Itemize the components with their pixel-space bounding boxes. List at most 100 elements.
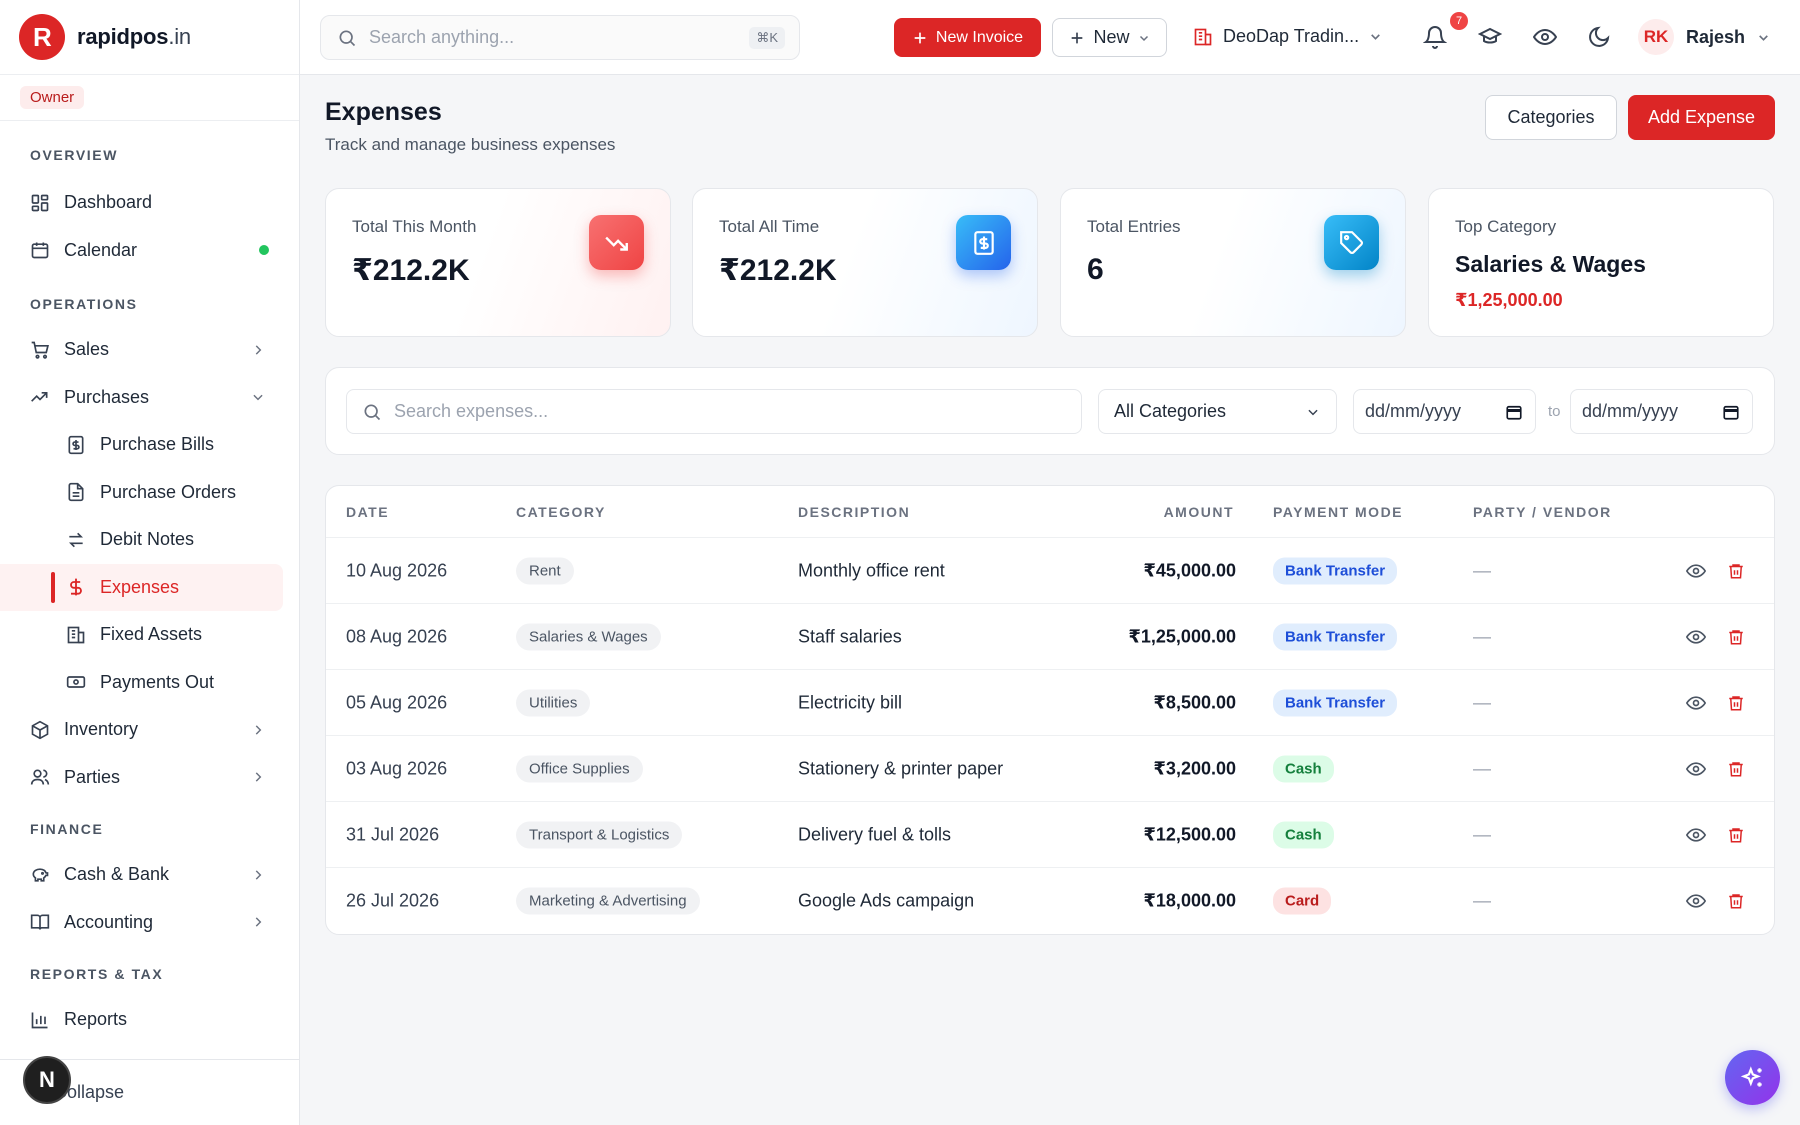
view-icon[interactable]	[1686, 627, 1706, 647]
sidebar-item-debit-notes[interactable]: Debit Notes	[0, 516, 299, 564]
table-row[interactable]: 10 Aug 2026 Rent Monthly office rent ₹45…	[326, 537, 1774, 603]
view-icon[interactable]	[1686, 891, 1706, 911]
stat-card-top-category: Top Category Salaries & Wages ₹1,25,000.…	[1428, 188, 1774, 337]
stat-card-all-time: Total All Time ₹212.2K	[692, 188, 1038, 337]
sidebar-item-label: Fixed Assets	[100, 624, 203, 645]
brand[interactable]: R rapidpos.in	[0, 0, 299, 75]
categories-button[interactable]: Categories	[1485, 95, 1617, 140]
n-badge[interactable]: N	[23, 1056, 71, 1104]
trash-icon[interactable]	[1727, 562, 1745, 580]
date-from-input[interactable]: dd/mm/yyyy	[1353, 389, 1536, 434]
view-icon[interactable]	[1686, 759, 1706, 779]
sidebar-item-cash-bank[interactable]: Cash & Bank	[0, 851, 299, 899]
table-row[interactable]: 26 Jul 2026 Marketing & Advertising Goog…	[326, 867, 1774, 933]
sidebar-item-accounting[interactable]: Accounting	[0, 899, 299, 947]
user-menu[interactable]: RK Rajesh	[1638, 19, 1770, 55]
cell-description: Stationery & printer paper	[798, 758, 1004, 778]
section-overview: OVERVIEW	[30, 147, 119, 163]
category-badge: Utilities	[516, 689, 591, 716]
sidebar-item-label: Purchase Bills	[100, 434, 215, 455]
category-badge: Marketing & Advertising	[516, 887, 700, 914]
receipt-icon	[956, 215, 1011, 270]
sidebar-item-purchases[interactable]: Purchases	[0, 374, 299, 422]
column-header-description[interactable]: DESCRIPTION	[798, 504, 910, 520]
cell-amount: ₹1,25,000.00	[1128, 626, 1236, 646]
trash-icon[interactable]	[1727, 694, 1745, 712]
bell-icon[interactable]	[1423, 25, 1447, 49]
chevron-right-icon	[255, 917, 262, 927]
sidebar-item-purchase-bills[interactable]: Purchase Bills	[0, 421, 299, 469]
company-switcher[interactable]: DeoDap Tradin...	[1193, 26, 1382, 47]
table-row[interactable]: 08 Aug 2026 Salaries & Wages Staff salar…	[326, 603, 1774, 669]
category-badge: Transport & Logistics	[516, 821, 683, 848]
table-row[interactable]: 03 Aug 2026 Office Supplies Stationery &…	[326, 735, 1774, 801]
column-header-date[interactable]: DATE	[346, 504, 389, 520]
cell-amount: ₹12,500.00	[1143, 824, 1236, 844]
cell-date: 10 Aug 2026	[346, 560, 448, 580]
column-header-amount[interactable]: AMOUNT	[1164, 504, 1234, 520]
date-from-placeholder: dd/mm/yyyy	[1365, 401, 1462, 421]
global-search[interactable]: Search anything... ⌘K	[320, 15, 800, 60]
moon-icon[interactable]	[1587, 25, 1611, 49]
sidebar-item-parties[interactable]: Parties	[0, 754, 299, 802]
eye-icon[interactable]	[1533, 25, 1557, 49]
trash-icon[interactable]	[1727, 760, 1745, 778]
building-icon	[1194, 28, 1212, 45]
top-category-amount: ₹1,25,000.00	[1455, 290, 1563, 310]
sidebar-item-expenses[interactable]: Expenses	[0, 563, 283, 611]
cell-amount: ₹18,000.00	[1143, 890, 1236, 910]
stat-value: ₹212.2K	[719, 254, 837, 287]
view-icon[interactable]	[1686, 561, 1706, 581]
top-category-name: Salaries & Wages	[1455, 251, 1646, 277]
cell-amount: ₹3,200.00	[1153, 758, 1236, 778]
chevron-right-icon	[255, 725, 262, 735]
sidebar-item-label: Parties	[64, 766, 121, 787]
sidebar-item-payments-out[interactable]: Payments Out	[0, 659, 299, 707]
chevron-down-icon	[1759, 34, 1768, 41]
new-dropdown-button[interactable]: New	[1052, 18, 1167, 57]
sidebar-item-purchase-orders[interactable]: Purchase Orders	[0, 469, 299, 517]
bill-icon	[68, 435, 84, 454]
category-badge: Rent	[516, 557, 574, 584]
category-badge: Office Supplies	[516, 755, 643, 782]
page-subtitle: Track and manage business expenses	[325, 135, 616, 154]
trash-icon[interactable]	[1727, 628, 1745, 646]
cell-description: Google Ads campaign	[798, 890, 975, 910]
stat-value: 6	[1087, 253, 1104, 286]
new-label: New	[1093, 27, 1130, 47]
view-icon[interactable]	[1686, 693, 1706, 713]
category-select-value: All Categories	[1114, 401, 1227, 421]
cell-date: 08 Aug 2026	[346, 626, 448, 646]
sidebar-item-dashboard[interactable]: Dashboard	[0, 179, 299, 227]
view-icon[interactable]	[1686, 825, 1706, 845]
table-row[interactable]: 31 Jul 2026 Transport & Logistics Delive…	[326, 801, 1774, 867]
sidebar-item-label: Calendar	[64, 239, 138, 260]
trash-icon[interactable]	[1727, 892, 1745, 910]
sidebar-item-sales[interactable]: Sales	[0, 326, 299, 374]
category-select[interactable]: All Categories	[1098, 389, 1337, 434]
cell-description: Electricity bill	[798, 692, 903, 712]
expense-search-input[interactable]: Search expenses...	[346, 389, 1082, 434]
sidebar-item-fixed-assets[interactable]: Fixed Assets	[0, 611, 299, 659]
cell-amount: ₹8,500.00	[1153, 692, 1236, 712]
sidebar-item-label: Purchase Orders	[100, 481, 237, 502]
ai-assistant-button[interactable]	[1725, 1050, 1780, 1105]
role-badge: Owner	[20, 86, 85, 109]
column-header-category[interactable]: CATEGORY	[516, 504, 606, 520]
column-header-payment-mode[interactable]: PAYMENT MODE	[1273, 504, 1403, 520]
section-reports-tax: REPORTS & TAX	[30, 966, 164, 982]
brand-logo: R	[19, 14, 65, 60]
sidebar-item-reports[interactable]: Reports	[0, 996, 299, 1044]
add-expense-button[interactable]: Add Expense	[1628, 95, 1775, 140]
sidebar-item-inventory[interactable]: Inventory	[0, 706, 299, 754]
column-header-vendor[interactable]: PARTY / VENDOR	[1473, 504, 1612, 520]
sidebar-item-calendar[interactable]: Calendar	[0, 227, 299, 275]
new-invoice-button[interactable]: New Invoice	[894, 18, 1041, 57]
sidebar-item-label: Reports	[64, 1009, 128, 1030]
graduation-cap-icon[interactable]	[1478, 25, 1502, 49]
company-name: DeoDap Tradin...	[1223, 26, 1360, 46]
trash-icon[interactable]	[1727, 826, 1745, 844]
date-to-input[interactable]: dd/mm/yyyy	[1570, 389, 1753, 434]
table-row[interactable]: 05 Aug 2026 Utilities Electricity bill ₹…	[326, 669, 1774, 735]
document-icon	[68, 483, 84, 502]
